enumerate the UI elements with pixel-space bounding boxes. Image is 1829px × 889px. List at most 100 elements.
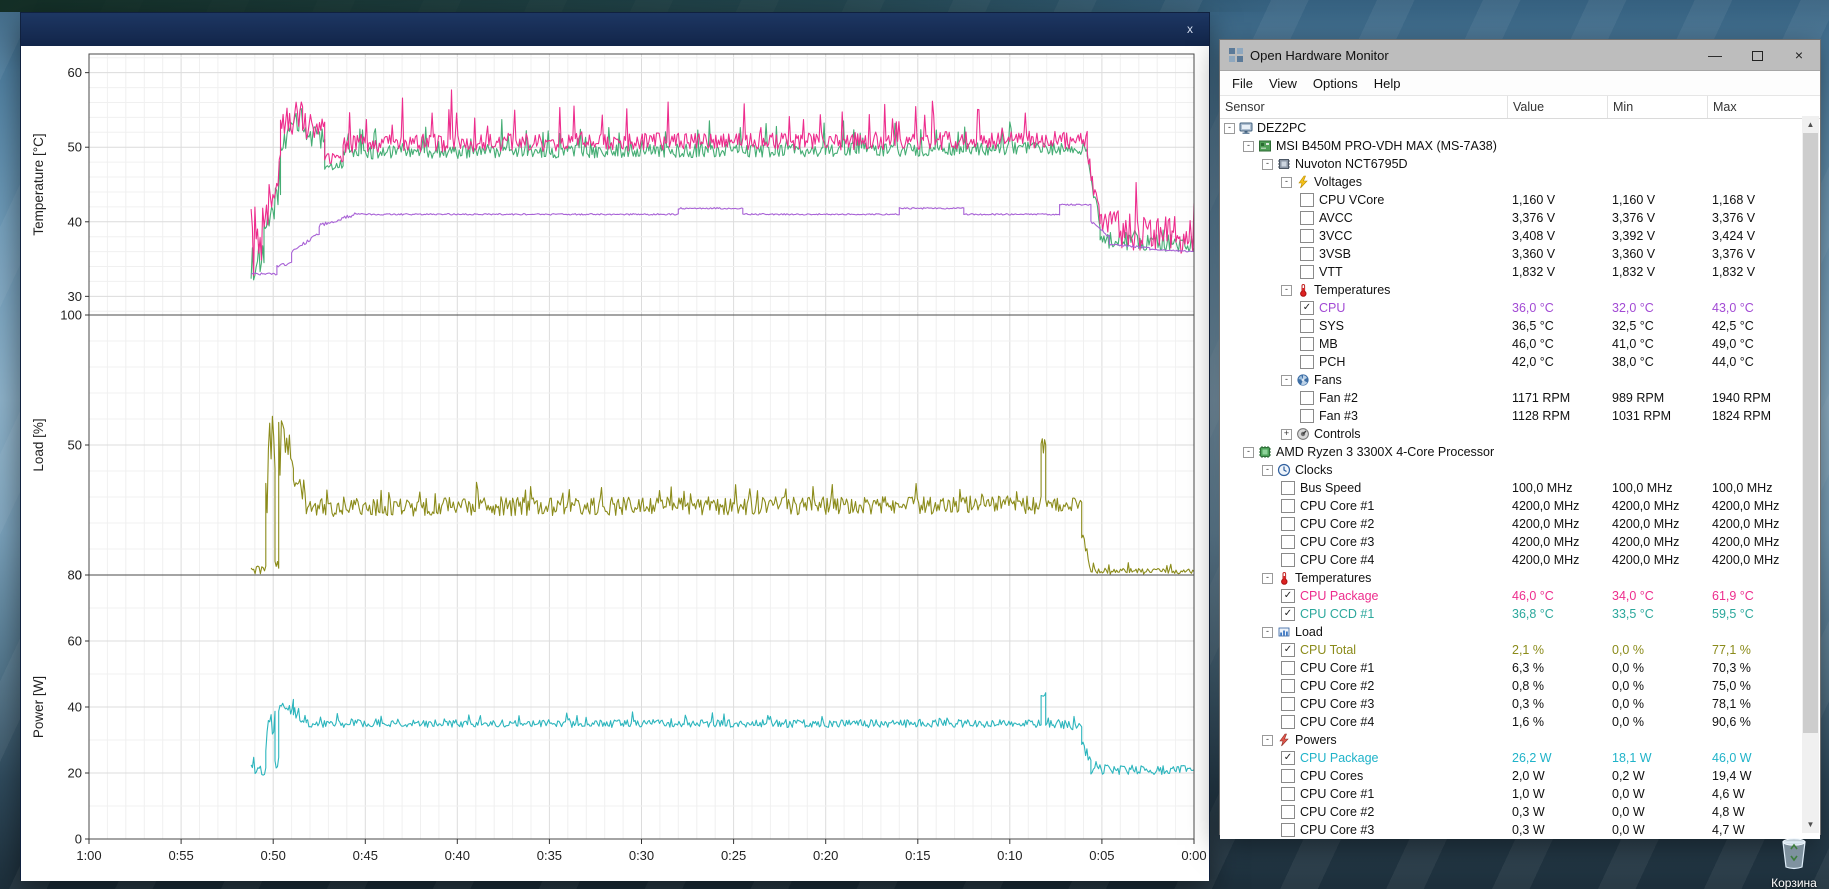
sensor-row[interactable]: CPU Core #41,6 %0,0 %90,6 %: [1220, 713, 1820, 731]
sensor-group-row[interactable]: -Powers: [1220, 731, 1820, 749]
tree-expander-icon[interactable]: -: [1281, 285, 1292, 296]
sensor-checkbox[interactable]: [1300, 319, 1314, 333]
sensor-checkbox[interactable]: [1281, 787, 1295, 801]
sensor-row[interactable]: CPU Core #20,8 %0,0 %75,0 %: [1220, 677, 1820, 695]
sensor-checkbox[interactable]: [1300, 265, 1314, 279]
sensor-row[interactable]: ✓CPU36,0 °C32,0 °C43,0 °C: [1220, 299, 1820, 317]
sensor-group-row[interactable]: -Temperatures: [1220, 281, 1820, 299]
sensor-row[interactable]: CPU Core #34200,0 MHz4200,0 MHz4200,0 MH…: [1220, 533, 1820, 551]
sensor-row[interactable]: CPU Core #30,3 W0,0 W4,7 W: [1220, 821, 1820, 839]
sensor-row[interactable]: Fan #31128 RPM1031 RPM1824 RPM: [1220, 407, 1820, 425]
chart-window-close-button[interactable]: x: [1181, 20, 1199, 38]
close-button[interactable]: ×: [1778, 40, 1820, 70]
column-header-sensor[interactable]: Sensor: [1220, 96, 1507, 118]
sensor-checkbox[interactable]: ✓: [1281, 607, 1295, 621]
sensor-group-row[interactable]: -AMD Ryzen 3 3300X 4-Core Processor: [1220, 443, 1820, 461]
sensor-row[interactable]: Fan #21171 RPM989 RPM1940 RPM: [1220, 389, 1820, 407]
sensor-row[interactable]: ✓CPU Package26,2 W18,1 W46,0 W: [1220, 749, 1820, 767]
column-header-min[interactable]: Min: [1607, 96, 1707, 118]
tree-expander-icon[interactable]: -: [1262, 465, 1273, 476]
tree-expander-icon[interactable]: -: [1243, 447, 1254, 458]
sensor-checkbox[interactable]: [1300, 337, 1314, 351]
sensor-checkbox[interactable]: [1300, 211, 1314, 225]
sensor-checkbox[interactable]: [1300, 355, 1314, 369]
sensor-checkbox[interactable]: [1281, 661, 1295, 675]
column-header-value[interactable]: Value: [1507, 96, 1607, 118]
sensor-group-row[interactable]: -Temperatures: [1220, 569, 1820, 587]
menu-item-help[interactable]: Help: [1366, 76, 1409, 91]
sensor-checkbox[interactable]: [1281, 769, 1295, 783]
sensor-row[interactable]: CPU Cores2,0 W0,2 W19,4 W: [1220, 767, 1820, 785]
sensor-checkbox[interactable]: [1300, 193, 1314, 207]
sensor-row[interactable]: ✓CPU CCD #136,8 °C33,5 °C59,5 °C: [1220, 605, 1820, 623]
sensor-row[interactable]: 3VSB3,360 V3,360 V3,376 V: [1220, 245, 1820, 263]
sensor-group-row[interactable]: -MSI B450M PRO-VDH MAX (MS-7A38): [1220, 137, 1820, 155]
sensor-group-row[interactable]: -Nuvoton NCT6795D: [1220, 155, 1820, 173]
menu-item-view[interactable]: View: [1261, 76, 1305, 91]
vertical-scrollbar[interactable]: ▲ ▼: [1802, 116, 1819, 833]
sensor-row[interactable]: ✓CPU Total2,1 %0,0 %77,1 %: [1220, 641, 1820, 659]
sensor-checkbox[interactable]: [1281, 679, 1295, 693]
minimize-button[interactable]: —: [1694, 40, 1736, 70]
chart-window-titlebar[interactable]: x: [21, 13, 1209, 46]
tree-expander-icon[interactable]: -: [1281, 375, 1292, 386]
sensor-checkbox[interactable]: ✓: [1281, 589, 1295, 603]
sensor-checkbox[interactable]: ✓: [1281, 643, 1295, 657]
sensor-row[interactable]: ✓CPU Package46,0 °C34,0 °C61,9 °C: [1220, 587, 1820, 605]
sensor-row[interactable]: CPU Core #24200,0 MHz4200,0 MHz4200,0 MH…: [1220, 515, 1820, 533]
sensor-checkbox[interactable]: ✓: [1300, 301, 1314, 315]
sensor-row[interactable]: AVCC3,376 V3,376 V3,376 V: [1220, 209, 1820, 227]
tree-expander-icon[interactable]: -: [1262, 627, 1273, 638]
menu-item-options[interactable]: Options: [1305, 76, 1366, 91]
sensor-checkbox[interactable]: [1281, 805, 1295, 819]
sensor-row[interactable]: CPU VCore1,160 V1,160 V1,168 V: [1220, 191, 1820, 209]
sensor-row[interactable]: CPU Core #44200,0 MHz4200,0 MHz4200,0 MH…: [1220, 551, 1820, 569]
scroll-down-button[interactable]: ▼: [1802, 816, 1819, 833]
sensor-checkbox[interactable]: [1281, 481, 1295, 495]
sensor-checkbox[interactable]: [1300, 409, 1314, 423]
tree-expander-icon[interactable]: -: [1262, 573, 1273, 584]
tree-expander-icon[interactable]: +: [1281, 429, 1292, 440]
sensor-checkbox[interactable]: [1281, 697, 1295, 711]
sensor-checkbox[interactable]: [1300, 229, 1314, 243]
sensor-row[interactable]: CPU Core #16,3 %0,0 %70,3 %: [1220, 659, 1820, 677]
sensor-row[interactable]: VTT1,832 V1,832 V1,832 V: [1220, 263, 1820, 281]
tree-expander-icon[interactable]: -: [1281, 177, 1292, 188]
sensor-group-row[interactable]: -DEZ2PC: [1220, 119, 1820, 137]
sensor-row[interactable]: CPU Core #30,3 %0,0 %78,1 %: [1220, 695, 1820, 713]
sensor-group-row[interactable]: -Load: [1220, 623, 1820, 641]
sensor-checkbox[interactable]: [1281, 499, 1295, 513]
sensor-group-row[interactable]: -Voltages: [1220, 173, 1820, 191]
column-header-max[interactable]: Max: [1707, 96, 1803, 118]
sensor-checkbox[interactable]: [1281, 553, 1295, 567]
sensor-row[interactable]: SYS36,5 °C32,5 °C42,5 °C: [1220, 317, 1820, 335]
sensor-checkbox[interactable]: [1281, 535, 1295, 549]
sensor-row[interactable]: MB46,0 °C41,0 °C49,0 °C: [1220, 335, 1820, 353]
sensor-label: AVCC: [1319, 209, 1353, 227]
sensor-checkbox[interactable]: [1300, 247, 1314, 261]
scroll-up-button[interactable]: ▲: [1802, 116, 1819, 133]
tree-expander-icon[interactable]: -: [1262, 159, 1273, 170]
sensor-row[interactable]: Bus Speed100,0 MHz100,0 MHz100,0 MHz: [1220, 479, 1820, 497]
menu-item-file[interactable]: File: [1224, 76, 1261, 91]
tree-expander-icon[interactable]: -: [1243, 141, 1254, 152]
sensor-row[interactable]: CPU Core #20,3 W0,0 W4,8 W: [1220, 803, 1820, 821]
scrollbar-thumb[interactable]: [1803, 133, 1818, 733]
sensor-row[interactable]: 3VCC3,408 V3,392 V3,424 V: [1220, 227, 1820, 245]
sensor-checkbox[interactable]: [1281, 823, 1295, 837]
sensor-group-row[interactable]: -Fans: [1220, 371, 1820, 389]
sensor-row[interactable]: CPU Core #14200,0 MHz4200,0 MHz4200,0 MH…: [1220, 497, 1820, 515]
sensor-checkbox[interactable]: [1300, 391, 1314, 405]
sensor-row[interactable]: CPU Core #11,0 W0,0 W4,6 W: [1220, 785, 1820, 803]
recycle-bin-icon[interactable]: Корзина: [1755, 834, 1829, 889]
sensor-checkbox[interactable]: [1281, 517, 1295, 531]
sensor-checkbox[interactable]: [1281, 715, 1295, 729]
sensor-row[interactable]: PCH42,0 °C38,0 °C44,0 °C: [1220, 353, 1820, 371]
ohm-window-titlebar[interactable]: Open Hardware Monitor — ×: [1220, 40, 1820, 71]
sensor-group-row[interactable]: -Clocks: [1220, 461, 1820, 479]
tree-expander-icon[interactable]: -: [1262, 735, 1273, 746]
maximize-button[interactable]: [1736, 40, 1778, 70]
sensor-checkbox[interactable]: ✓: [1281, 751, 1295, 765]
tree-expander-icon[interactable]: -: [1224, 123, 1235, 134]
sensor-group-row[interactable]: +Controls: [1220, 425, 1820, 443]
